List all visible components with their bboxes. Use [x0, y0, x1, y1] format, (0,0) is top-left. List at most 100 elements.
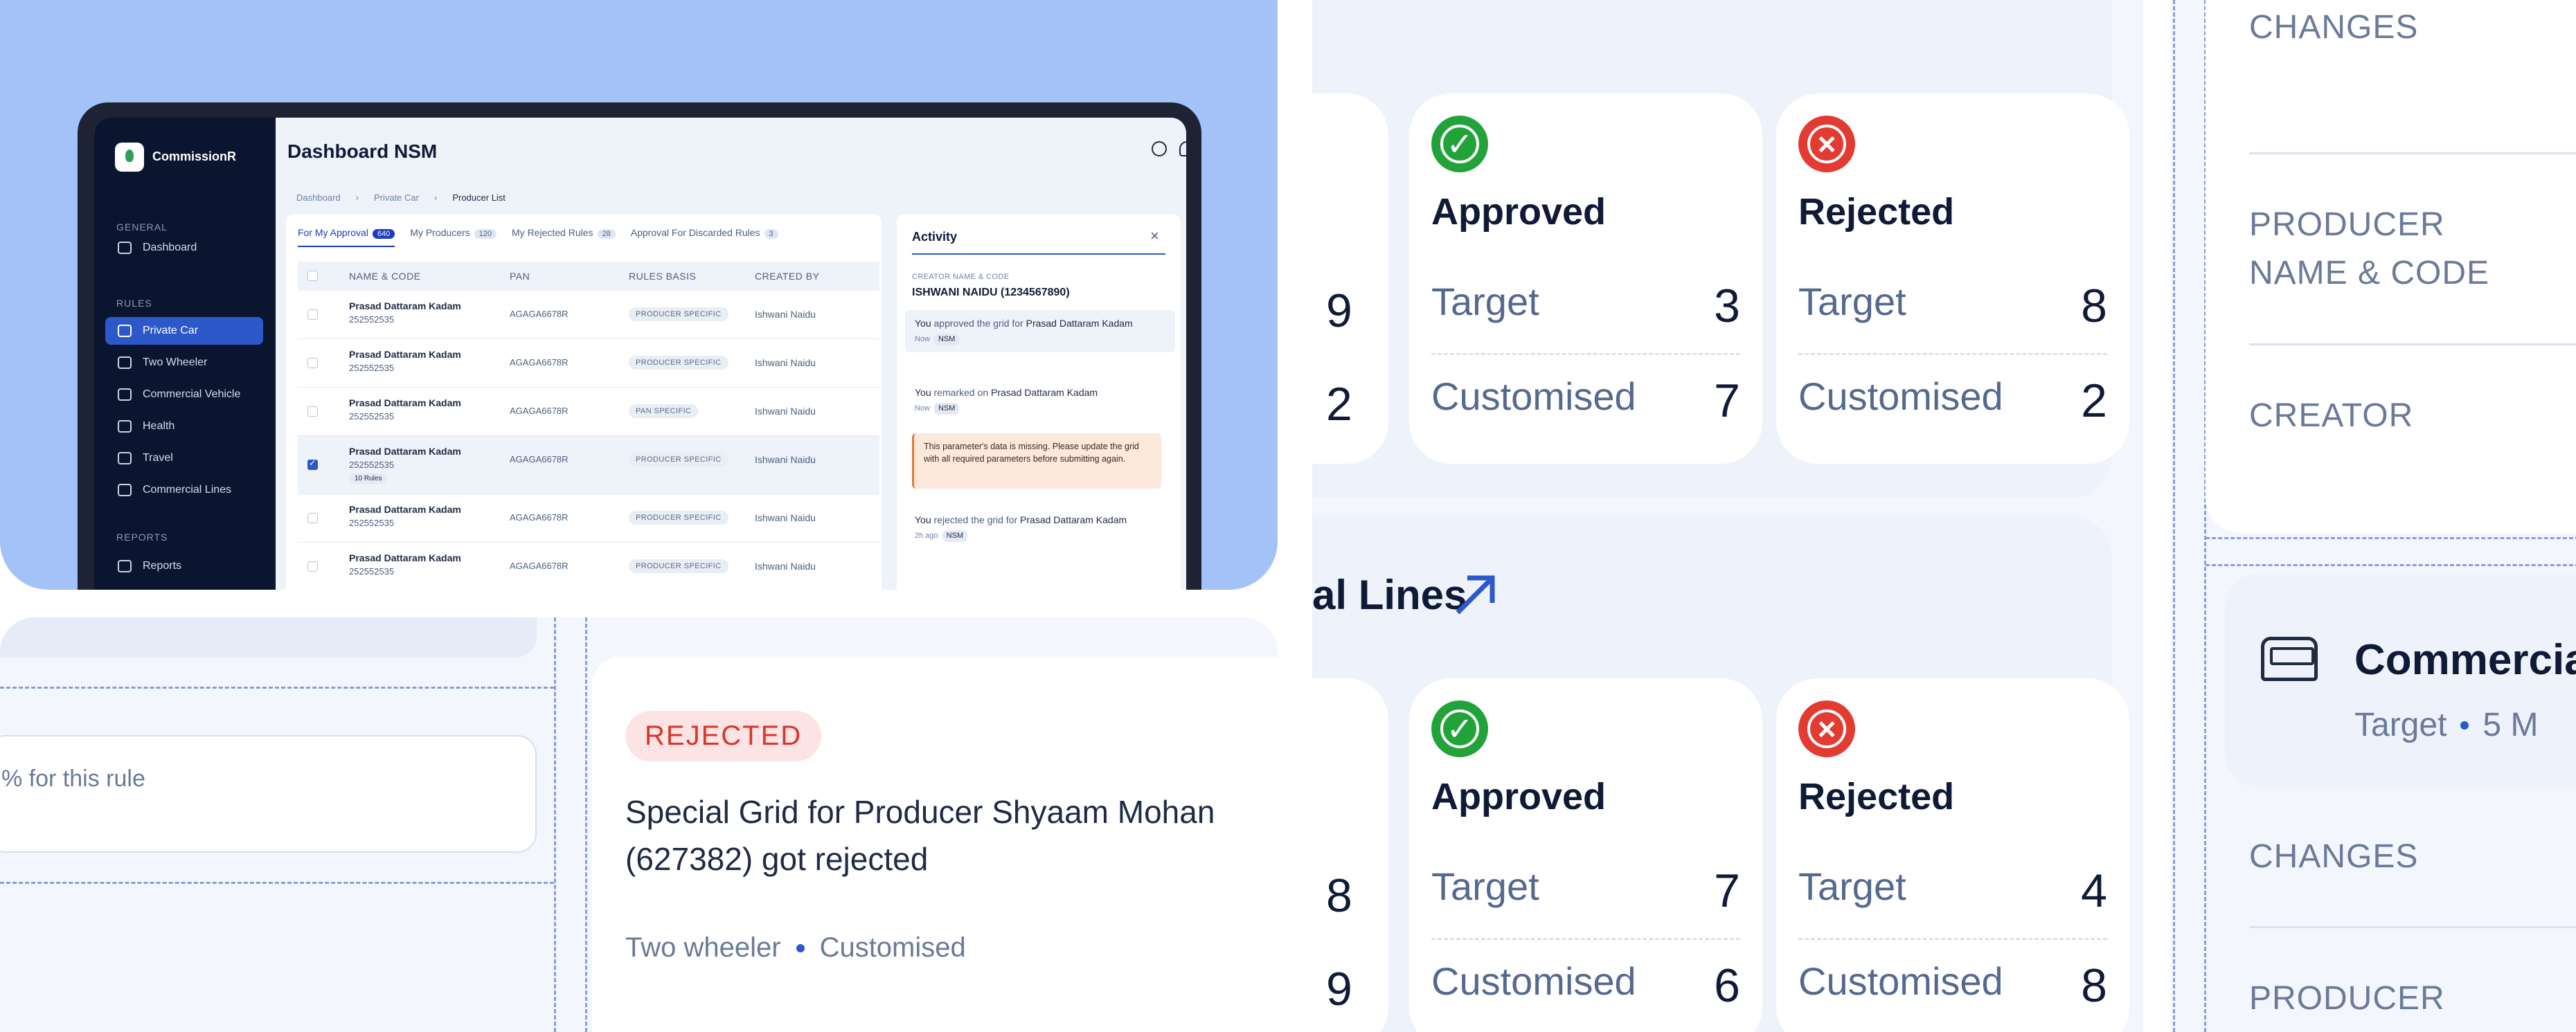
sidebar-item-dashboard[interactable]: Dashboard: [105, 234, 263, 262]
rule-text-field[interactable]: % for this rule: [0, 735, 537, 853]
sidebar-item-label: Dashboard: [143, 242, 197, 253]
activity-item[interactable]: You remarked on Prasad Dattaram Kadam No…: [905, 379, 1175, 422]
producer-name: Prasad Dattaram Kadam: [349, 349, 461, 360]
sidebar-section-general: GENERAL: [116, 221, 168, 233]
stats-group: al Lines 8 9 ✓ Approved Target 7 Customis…: [1312, 516, 2129, 1032]
sidebar-item-label: Travel: [143, 452, 173, 464]
sidebar-section-reports: REPORTS: [116, 532, 168, 543]
search-icon[interactable]: [1152, 141, 1167, 156]
stat-card-rejected[interactable]: × Rejected Target 8 Customised 2: [1776, 93, 2129, 464]
breadcrumb-item[interactable]: Dashboard: [296, 192, 341, 203]
table-row[interactable]: Prasad Dattaram Kadam 252552535 AGAGA6678R…: [298, 291, 879, 339]
dashboard-icon: [118, 242, 132, 254]
app-sidebar: CommissionR GENERAL Dashboard RULES Priv…: [94, 118, 276, 590]
sidebar-item-reports[interactable]: Reports: [105, 552, 263, 580]
brand-logo-icon: [115, 143, 144, 172]
row-checkbox[interactable]: [307, 358, 318, 368]
role-tag: NSM: [942, 529, 968, 542]
sidebar-item-two-wheeler[interactable]: Two Wheeler: [105, 349, 263, 377]
producer-code: 252552535: [349, 314, 395, 325]
close-icon[interactable]: ×: [1150, 227, 1159, 245]
dot-separator: [2460, 721, 2469, 730]
table-row[interactable]: Prasad Dattaram Kadam 252552535 AGAGA6678R…: [298, 543, 879, 590]
stat-title: Approved: [1431, 191, 1607, 233]
role-tag: NSM: [934, 402, 960, 415]
activity-panel: Activity × CREATOR NAME & CODE ISHWANI N…: [897, 215, 1181, 590]
stat-card-approved[interactable]: ✓ Approved Target 7 Customised 6: [1409, 678, 1762, 1032]
producer-name: Prasad Dattaram Kadam: [349, 504, 461, 515]
sidebar-item-commercial-lines[interactable]: Commercial Lines: [105, 476, 263, 504]
select-all-checkbox[interactable]: [307, 271, 318, 281]
producer-code: 252552535: [349, 460, 395, 470]
tab-approval-discarded[interactable]: Approval For Discarded Rules 3: [631, 227, 778, 247]
sidebar-item-private-car[interactable]: Private Car: [105, 317, 263, 345]
created-by: Ishwani Naidu: [755, 454, 816, 465]
bell-icon[interactable]: [1179, 141, 1186, 156]
row-checkbox[interactable]: [307, 406, 318, 417]
arrow-up-right-icon[interactable]: [1451, 571, 1499, 619]
top-strip: [0, 617, 537, 658]
stat-card-rejected[interactable]: × Rejected Target 4 Customised 8: [1776, 678, 2129, 1032]
tab-my-producers[interactable]: My Producers 120: [410, 227, 497, 247]
dashed-guide: [554, 617, 556, 1032]
producer-name: Prasad Dattaram Kadam: [349, 446, 461, 457]
activity-item[interactable]: You rejected the grid for Prasad Dattara…: [905, 507, 1175, 549]
divider: [2249, 152, 2576, 154]
row-checkbox[interactable]: [307, 513, 318, 523]
sidebar-item-commercial-vehicle[interactable]: Commercial Vehicle: [105, 381, 263, 408]
column-header[interactable]: PAN: [510, 271, 530, 282]
rule-basis-badge: PRODUCER SPECIFIC: [629, 356, 728, 370]
activity-action: approved the grid for: [933, 318, 1023, 329]
rule-basis-badge: PRODUCER SPECIFIC: [629, 307, 728, 321]
table-row[interactable]: Prasad Dattaram Kadam 252552535 AGAGA6678R…: [298, 339, 879, 388]
column-header[interactable]: CREATED BY: [755, 271, 819, 282]
row-checkbox[interactable]: [307, 561, 318, 572]
category-meta: Target 5 M: [2354, 706, 2538, 744]
stat-value: 2: [1326, 378, 1352, 431]
rule-basis-badge: PRODUCER SPECIFIC: [629, 511, 728, 525]
column-header[interactable]: RULES BASIS: [629, 271, 696, 282]
stat-row-customised: Customised 7: [1431, 374, 1740, 427]
table-row[interactable]: Prasad Dattaram Kadam 252552535 AGAGA6678R…: [298, 494, 879, 543]
divider: [2249, 926, 2576, 928]
row-checkbox[interactable]: [307, 309, 318, 320]
row-checkbox[interactable]: [307, 458, 318, 470]
divider: [2249, 343, 2576, 345]
plane-icon: [118, 452, 132, 464]
notification-category: Two wheeler: [625, 932, 781, 963]
check-circle-icon: ✓: [1431, 700, 1488, 757]
stat-row-customised: Customised 2: [1798, 374, 2107, 427]
stat-card-approved[interactable]: ✓ Approved Target 3 Customised 7: [1409, 93, 1762, 464]
stat-title: Rejected: [1798, 776, 1955, 817]
table-header: NAME & CODE PAN RULES BASIS CREATED BY: [298, 262, 879, 291]
table-row[interactable]: Prasad Dattaram Kadam 252552535 AGAGA6678R…: [298, 388, 879, 436]
chevron-right-icon: ›: [355, 192, 359, 203]
table-row[interactable]: Prasad Dattaram Kadam 252552535 AGAGA6678R…: [298, 436, 879, 494]
breadcrumb-item[interactable]: Private Car: [374, 192, 419, 203]
tab-count: 640: [372, 229, 395, 239]
activity-target: Prasad Dattaram Kadam: [991, 387, 1098, 398]
field-label: CHANGES: [2249, 838, 2419, 875]
tab-count: 3: [764, 229, 778, 239]
sidebar-item-travel[interactable]: Travel: [105, 444, 263, 472]
dashed-divider: [1798, 353, 2107, 355]
activity-target: Prasad Dattaram Kadam: [1020, 514, 1127, 525]
tab-count: 120: [474, 229, 497, 239]
stats-panel: 9 2 ✓ Approved Target 3 Customised 7 × Rej…: [1312, 0, 2143, 1032]
x-circle-icon: ×: [1798, 700, 1855, 757]
dashboard-mockup-panel: CommissionR GENERAL Dashboard RULES Priv…: [0, 0, 1278, 590]
details-panel: CHANGES PRODUCER NAME & CODE CREATOR Com…: [2171, 0, 2576, 1032]
activity-actor: You: [915, 387, 931, 398]
tab-my-rejected-rules[interactable]: My Rejected Rules 28: [512, 227, 616, 247]
sidebar-item-health[interactable]: Health: [105, 413, 263, 440]
activity-item[interactable]: You approved the grid for Prasad Dattara…: [905, 310, 1175, 352]
field-label: PRODUCER NAME & CODE: [2249, 206, 2490, 291]
notification-card[interactable]: REJECTED Special Grid for Producer Shyaa…: [592, 657, 1278, 1032]
created-by: Ishwani Naidu: [755, 406, 816, 417]
stat-value: 8: [2081, 959, 2107, 1012]
dashed-guide: [2206, 564, 2576, 566]
dashed-guide: [2206, 537, 2576, 539]
tab-for-my-approval[interactable]: For My Approval 640: [298, 227, 395, 247]
column-header[interactable]: NAME & CODE: [349, 271, 421, 282]
activity-actor: You: [915, 514, 931, 525]
